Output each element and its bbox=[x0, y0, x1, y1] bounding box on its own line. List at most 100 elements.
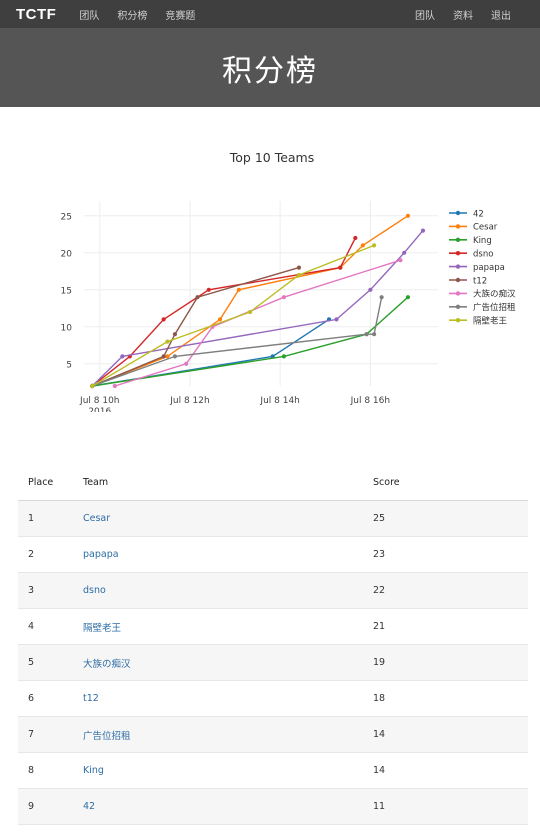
header-score: Score bbox=[363, 464, 528, 501]
legend-label: King bbox=[473, 236, 492, 246]
team-link[interactable]: 大族の痴汉 bbox=[83, 659, 131, 670]
legend-marker bbox=[455, 237, 461, 242]
data-point bbox=[172, 354, 178, 359]
data-point bbox=[172, 332, 178, 337]
data-point bbox=[296, 265, 302, 270]
data-point bbox=[217, 317, 223, 322]
header-team: Team bbox=[73, 464, 363, 501]
row-place: 6 bbox=[18, 680, 73, 717]
data-point bbox=[338, 265, 343, 270]
data-point bbox=[402, 250, 407, 255]
data-point bbox=[368, 287, 373, 292]
x-tick-label: Jul 8 12h bbox=[169, 396, 209, 406]
team-link[interactable]: 广告位招租 bbox=[83, 731, 131, 742]
row-place: 7 bbox=[18, 716, 73, 753]
table-row: 3 dsno 22 bbox=[18, 572, 528, 609]
table-row: 1 Cesar 25 bbox=[18, 500, 528, 537]
page-header: 积分榜 bbox=[0, 28, 540, 107]
data-point bbox=[334, 317, 339, 322]
legend-marker bbox=[455, 277, 461, 283]
data-point bbox=[184, 361, 189, 366]
data-point bbox=[281, 295, 287, 300]
table-row: 7 广告位招租 14 bbox=[18, 716, 528, 753]
table-row: 8 King 14 bbox=[18, 752, 528, 789]
legend-label: 广告位招租 bbox=[473, 302, 516, 313]
data-point bbox=[420, 228, 426, 233]
row-place: 8 bbox=[18, 752, 73, 789]
row-place: 5 bbox=[18, 644, 73, 681]
legend-label: papapa bbox=[473, 263, 505, 273]
row-place: 3 bbox=[18, 572, 73, 609]
nav-link-team[interactable]: 团队 bbox=[415, 7, 435, 22]
table-row: 9 42 11 bbox=[18, 788, 528, 825]
legend-label: 42 bbox=[473, 209, 484, 219]
row-place: 1 bbox=[18, 500, 73, 537]
top-navbar: TCTF 团队 积分榜 竞赛题 团队 资料 退出 bbox=[0, 0, 540, 28]
data-point bbox=[405, 295, 411, 300]
row-score: 18 bbox=[363, 680, 528, 717]
nav-left-group: 团队 积分榜 竞赛题 bbox=[70, 7, 204, 22]
row-place: 9 bbox=[18, 788, 73, 825]
row-score: 25 bbox=[363, 500, 528, 537]
team-link[interactable]: 42 bbox=[83, 801, 95, 812]
data-point bbox=[90, 383, 95, 389]
data-point bbox=[398, 258, 403, 263]
legend-label: t12 bbox=[473, 276, 487, 286]
scoreboard-table: Place Team Score 1 Cesar 25 2 papapa 23 … bbox=[18, 464, 528, 825]
data-point bbox=[360, 243, 365, 248]
nav-link-profile[interactable]: 资料 bbox=[453, 7, 473, 22]
data-point bbox=[112, 383, 117, 389]
brand-logo[interactable]: TCTF bbox=[16, 6, 56, 23]
nav-link-scoreboard[interactable]: 积分榜 bbox=[117, 7, 147, 22]
data-point bbox=[161, 354, 166, 359]
data-point bbox=[405, 213, 411, 218]
table-row: 2 papapa 23 bbox=[18, 536, 528, 573]
y-tick-label: 20 bbox=[61, 249, 73, 259]
nav-right-group: 团队 资料 退出 bbox=[406, 0, 520, 28]
legend-label: dsno bbox=[473, 250, 493, 260]
data-point bbox=[296, 272, 302, 278]
y-tick-label: 5 bbox=[66, 360, 72, 370]
page-title: 积分榜 bbox=[222, 53, 318, 89]
y-tick-label: 10 bbox=[61, 323, 73, 333]
row-score: 14 bbox=[363, 752, 528, 789]
legend-marker bbox=[455, 318, 461, 323]
team-link[interactable]: Cesar bbox=[83, 513, 110, 524]
team-link[interactable]: King bbox=[83, 765, 104, 776]
table-row: 5 大族の痴汉 19 bbox=[18, 644, 528, 681]
legend-marker bbox=[455, 251, 461, 256]
data-point bbox=[206, 287, 211, 292]
nav-link-challenges[interactable]: 竞赛题 bbox=[165, 7, 195, 22]
row-place: 4 bbox=[18, 608, 73, 645]
nav-link-teams[interactable]: 团队 bbox=[79, 7, 99, 22]
x-tick-label: Jul 8 16h bbox=[350, 396, 390, 406]
row-score: 11 bbox=[363, 788, 528, 825]
table-row: 6 t12 18 bbox=[18, 680, 528, 717]
data-point bbox=[165, 339, 170, 344]
data-point bbox=[161, 317, 166, 322]
row-score: 22 bbox=[363, 572, 528, 609]
data-point bbox=[372, 243, 377, 248]
data-point bbox=[372, 332, 377, 337]
y-tick-label: 15 bbox=[61, 286, 72, 296]
data-point bbox=[379, 295, 384, 300]
row-score: 21 bbox=[363, 608, 528, 645]
legend-marker bbox=[455, 264, 461, 269]
row-score: 19 bbox=[363, 644, 528, 681]
chart-title: Top 10 Teams bbox=[229, 150, 315, 165]
legend-marker bbox=[455, 291, 461, 296]
team-link[interactable]: t12 bbox=[83, 693, 99, 704]
team-link[interactable]: dsno bbox=[83, 585, 106, 596]
team-link[interactable]: papapa bbox=[83, 549, 119, 560]
header-place: Place bbox=[18, 464, 73, 501]
data-point bbox=[281, 354, 287, 359]
row-score: 23 bbox=[363, 536, 528, 573]
legend-label: Cesar bbox=[473, 223, 498, 233]
legend-label: 大族の痴汉 bbox=[473, 289, 516, 300]
nav-link-logout[interactable]: 退出 bbox=[491, 7, 511, 22]
table-row: 4 隔壁老王 21 bbox=[18, 608, 528, 645]
row-place: 2 bbox=[18, 536, 73, 573]
data-point bbox=[353, 235, 358, 241]
x-tick-label: Jul 8 14h bbox=[259, 396, 299, 406]
team-link[interactable]: 隔壁老王 bbox=[83, 623, 121, 634]
